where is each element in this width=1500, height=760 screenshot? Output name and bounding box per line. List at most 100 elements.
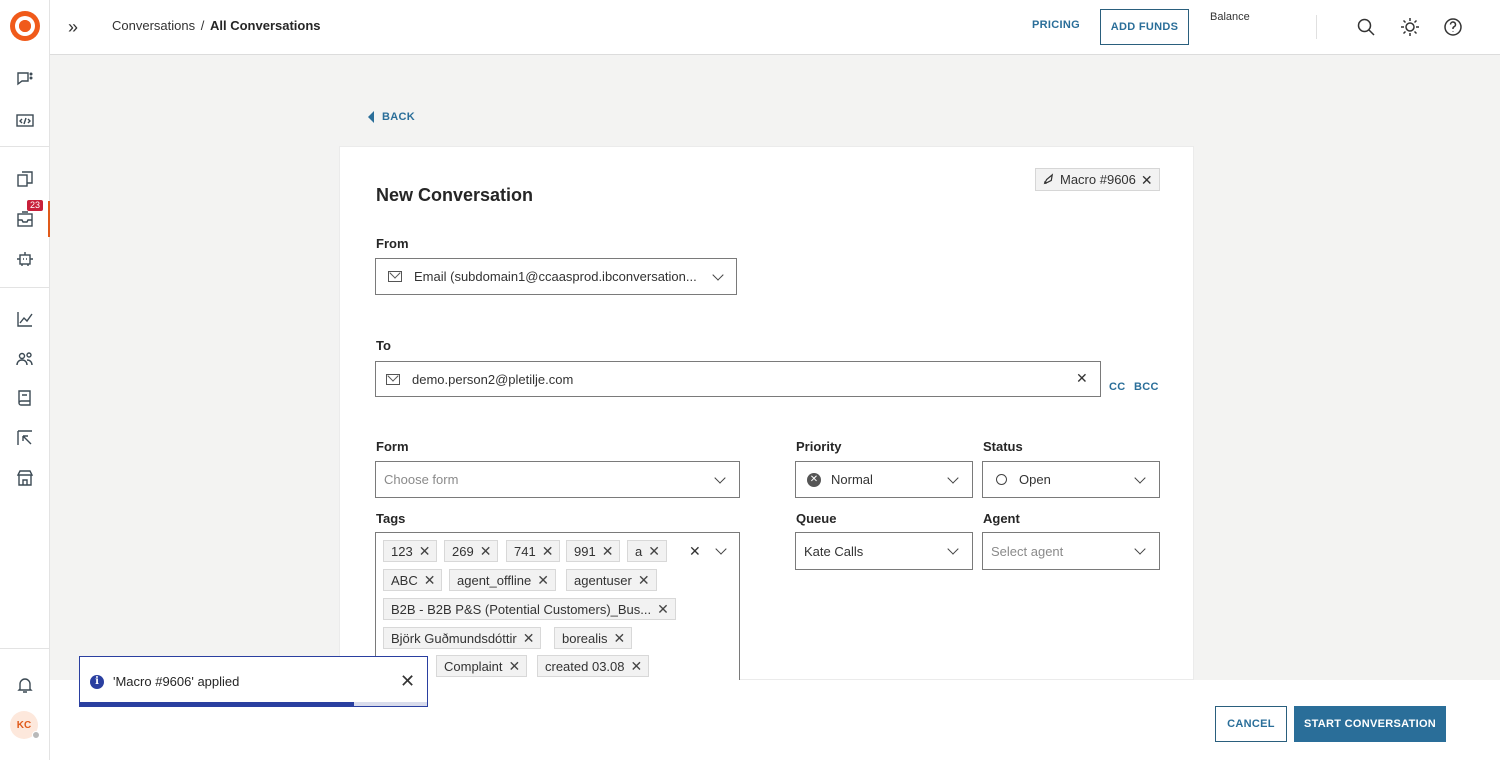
remove-tag-icon[interactable]: ✕ xyxy=(631,658,643,675)
sidebar: 23 KC xyxy=(0,0,50,760)
agent-placeholder: Select agent xyxy=(991,543,1064,559)
mail-icon xyxy=(386,373,400,385)
bot-icon[interactable] xyxy=(13,247,37,271)
remove-tag-icon[interactable]: ✕ xyxy=(648,543,660,560)
from-value: Email (subdomain1@ccaasprod.ibconversati… xyxy=(414,269,697,284)
clear-to-icon[interactable]: ✕ xyxy=(1076,371,1088,385)
priority-label: Priority xyxy=(796,439,842,454)
tag-label: Björk Guðmundsdóttir xyxy=(391,630,517,646)
tag-label: B2B - B2B P&S (Potential Customers)_Bus.… xyxy=(391,601,652,617)
tag-chip: 991 ✕ xyxy=(566,540,621,562)
copy-chat-icon[interactable] xyxy=(13,167,37,191)
status-select[interactable]: Open xyxy=(982,461,1160,498)
tag-label: agentuser xyxy=(574,572,632,588)
tag-chip: 123 ✕ xyxy=(383,540,438,562)
balance-label: Balance xyxy=(1210,11,1250,23)
toast-progress-track xyxy=(80,702,427,706)
bcc-link[interactable]: BCC xyxy=(1134,381,1159,393)
new-conversation-card: Macro #9606 ✕ New Conversation From Emai… xyxy=(339,146,1194,682)
tag-chip: Björk Guðmundsdóttir ✕ xyxy=(383,627,542,649)
tag-label: a xyxy=(635,543,643,559)
tag-chip: ABC ✕ xyxy=(383,569,443,591)
chevron-down-icon xyxy=(712,269,724,281)
sidebar-divider xyxy=(0,287,49,288)
tag-label: 123 xyxy=(391,543,413,559)
remove-tag-icon[interactable]: ✕ xyxy=(480,543,492,560)
store-icon[interactable] xyxy=(13,466,37,490)
close-icon[interactable]: ✕ xyxy=(400,671,415,692)
remove-tag-icon[interactable]: ✕ xyxy=(509,658,521,675)
tag-chip: a ✕ xyxy=(627,540,667,562)
remove-macro-icon[interactable]: ✕ xyxy=(1141,173,1153,187)
code-icon[interactable] xyxy=(13,108,37,132)
remove-tag-icon[interactable]: ✕ xyxy=(537,572,549,589)
top-header: » Conversations / All Conversations PRIC… xyxy=(50,0,1500,55)
back-link[interactable]: BACK xyxy=(368,111,415,123)
remove-tag-icon[interactable]: ✕ xyxy=(614,630,626,647)
macro-chip-label: Macro #9606 xyxy=(1060,172,1136,187)
book-icon[interactable] xyxy=(13,386,37,410)
form-select[interactable]: Choose form xyxy=(375,461,740,498)
add-funds-button[interactable]: ADD FUNDS xyxy=(1100,9,1189,45)
queue-label: Queue xyxy=(796,511,837,526)
help-icon[interactable] xyxy=(1442,16,1464,38)
tag-chip: agentuser ✕ xyxy=(566,569,657,591)
tag-label: agent_offline xyxy=(457,572,532,588)
tag-chip: 741 ✕ xyxy=(506,540,561,562)
export-icon[interactable] xyxy=(13,426,37,450)
remove-tag-icon[interactable]: ✕ xyxy=(523,630,535,647)
to-label: To xyxy=(376,338,391,353)
agent-select[interactable]: Select agent xyxy=(982,532,1160,570)
remove-tag-icon[interactable]: ✕ xyxy=(602,543,614,560)
sidebar-divider xyxy=(0,648,49,649)
analytics-icon[interactable] xyxy=(13,307,37,331)
tag-chip: agent_offline ✕ xyxy=(449,569,556,591)
breadcrumb-root[interactable]: Conversations xyxy=(112,18,195,33)
expand-sidebar-icon[interactable]: » xyxy=(64,17,82,37)
macro-applied-toast: i 'Macro #9606' applied ✕ xyxy=(79,656,428,707)
notification-badge: 23 xyxy=(27,200,43,211)
status-open-icon xyxy=(996,474,1007,485)
theme-toggle-icon[interactable] xyxy=(1399,16,1421,38)
tag-label: 269 xyxy=(452,543,474,559)
form-label: Form xyxy=(376,439,409,454)
tags-select[interactable]: 123 ✕ 269 ✕ 741 ✕ 991 ✕ a ✕ ✕ ABC ✕ agent_offl… xyxy=(375,532,740,682)
active-indicator xyxy=(48,201,50,237)
pricing-link[interactable]: PRICING xyxy=(1032,19,1080,31)
priority-select[interactable]: ✕ Normal xyxy=(795,461,973,498)
queue-select[interactable]: Kate Calls xyxy=(795,532,973,570)
tag-chip: Complaint ✕ xyxy=(436,655,528,677)
breadcrumb: Conversations / All Conversations xyxy=(112,18,321,33)
remove-tag-icon[interactable]: ✕ xyxy=(419,543,431,560)
remove-tag-icon[interactable]: ✕ xyxy=(638,572,650,589)
from-label: From xyxy=(376,236,409,251)
tag-chip: borealis ✕ xyxy=(554,627,633,649)
from-select[interactable]: Email (subdomain1@ccaasprod.ibconversati… xyxy=(375,258,737,295)
priority-value: Normal xyxy=(831,472,873,487)
clear-tags-icon[interactable]: ✕ xyxy=(689,544,701,558)
people-icon[interactable] xyxy=(13,347,37,371)
to-input[interactable]: demo.person2@pletilje.com ✕ xyxy=(375,361,1101,397)
back-arrow-icon xyxy=(368,111,374,123)
presence-dot xyxy=(32,731,40,739)
form-placeholder: Choose form xyxy=(384,472,459,487)
toast-progress-fill xyxy=(80,702,355,706)
bell-icon[interactable] xyxy=(13,673,37,697)
cc-link[interactable]: CC xyxy=(1109,381,1126,393)
chat-icon[interactable] xyxy=(13,67,37,91)
mail-icon xyxy=(388,271,402,282)
remove-tag-icon[interactable]: ✕ xyxy=(657,601,669,618)
remove-tag-icon[interactable]: ✕ xyxy=(424,572,436,589)
tag-chip: B2B - B2B P&S (Potential Customers)_Bus.… xyxy=(383,598,676,620)
tag-label: Complaint xyxy=(444,658,503,674)
brand-logo[interactable] xyxy=(10,11,40,41)
rocket-icon xyxy=(1043,173,1054,185)
remove-tag-icon[interactable]: ✕ xyxy=(542,543,554,560)
page-title: New Conversation xyxy=(376,185,534,205)
tag-label: borealis xyxy=(562,630,608,646)
start-conversation-button[interactable]: START CONVERSATION xyxy=(1294,706,1446,742)
tag-label: 991 xyxy=(574,543,596,559)
search-icon[interactable] xyxy=(1355,16,1377,38)
cancel-button[interactable]: CANCEL xyxy=(1215,706,1287,742)
tags-label: Tags xyxy=(376,511,406,526)
